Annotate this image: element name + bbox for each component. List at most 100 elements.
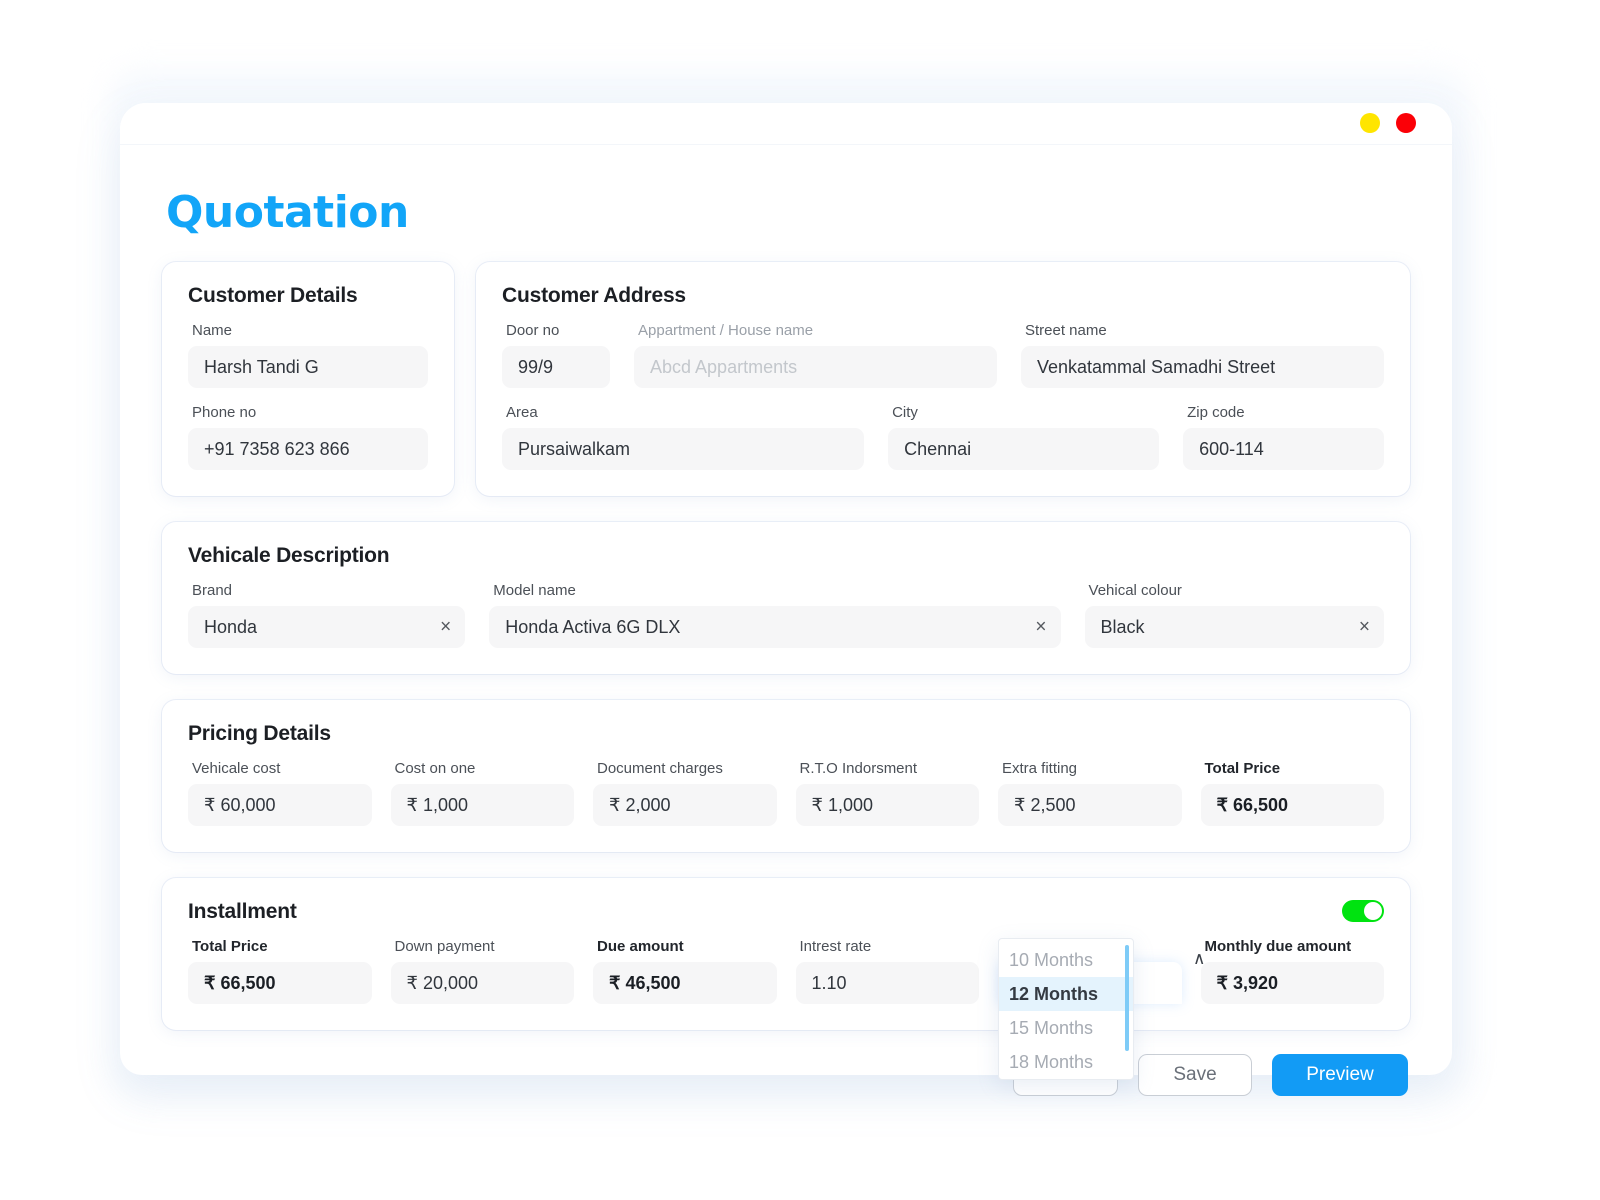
form-actions: Cancel Save Preview [162, 1054, 1410, 1096]
due-amount-label: Due amount [597, 938, 777, 955]
model-label: Model name [493, 582, 1060, 599]
zip-field-group: Zip code 600-114 [1183, 404, 1384, 470]
colour-label: Vehical colour [1089, 582, 1384, 599]
customer-address-title: Customer Address [502, 284, 1384, 308]
door-no-value: 99/9 [518, 357, 553, 378]
dropdown-scrollbar[interactable] [1125, 945, 1129, 1051]
installment-card: Installment Total Price ₹ 66,500 Down pa… [162, 878, 1410, 1030]
rto-indorsment-label: R.T.O Indorsment [800, 760, 980, 777]
brand-field-group: Brand Honda × [188, 582, 465, 648]
pricing-fields-grid: Vehicale cost ₹ 60,000 Cost on one ₹ 1,0… [188, 760, 1384, 826]
customer-details-title: Customer Details [188, 284, 428, 308]
due-amount-input[interactable]: ₹ 46,500 [593, 962, 777, 1004]
due-amount-value: ₹ 46,500 [609, 973, 681, 994]
street-field-group: Street name Venkatammal Samadhi Street [1021, 322, 1384, 388]
monthly-due-label: Monthly due amount [1205, 938, 1385, 955]
model-clear-icon[interactable]: × [1035, 618, 1046, 637]
cost-on-one-input[interactable]: ₹ 1,000 [391, 784, 575, 826]
area-field-group: Area Pursaiwalkam [502, 404, 864, 470]
area-input[interactable]: Pursaiwalkam [502, 428, 864, 470]
vehicle-cost-input[interactable]: ₹ 60,000 [188, 784, 372, 826]
brand-value: Honda [204, 617, 257, 638]
city-input[interactable]: Chennai [888, 428, 1159, 470]
due-amount-field-group: Due amount ₹ 46,500 [593, 938, 777, 1004]
window-titlebar [120, 103, 1452, 145]
cost-on-one-value: ₹ 1,000 [407, 795, 469, 816]
customer-row: Customer Details Name Harsh Tandi G Phon… [162, 262, 1410, 496]
colour-clear-icon[interactable]: × [1359, 618, 1370, 637]
colour-input[interactable]: Black × [1085, 606, 1384, 648]
phone-field-group: Phone no +91 7358 623 866 [188, 404, 428, 470]
name-input[interactable]: Harsh Tandi G [188, 346, 428, 388]
street-label: Street name [1025, 322, 1384, 339]
pricing-details-title: Pricing Details [188, 722, 1384, 746]
address-row-2: Area Pursaiwalkam City Chennai [502, 404, 1384, 470]
door-no-input[interactable]: 99/9 [502, 346, 610, 388]
rto-indorsment-input[interactable]: ₹ 1,000 [796, 784, 980, 826]
vehicle-description-card: Vehicale Description Brand Honda × Model… [162, 522, 1410, 674]
inst-total-price-value: ₹ 66,500 [204, 973, 276, 994]
phone-label: Phone no [192, 404, 428, 421]
model-field-group: Model name Honda Activa 6G DLX × [489, 582, 1060, 648]
pricing-total-input[interactable]: ₹ 66,500 [1201, 784, 1385, 826]
save-button[interactable]: Save [1138, 1054, 1252, 1096]
interest-rate-label: Intrest rate [800, 938, 980, 955]
app-page: Quotation Customer Details Name Harsh Ta… [0, 0, 1600, 1200]
due-period-option-10-months[interactable]: 10 Months [999, 943, 1133, 977]
vehicle-fields-grid: Brand Honda × Model name Honda Activa 6G… [188, 582, 1384, 648]
document-charges-field-group: Document charges ₹ 2,000 [593, 760, 777, 826]
street-value: Venkatammal Samadhi Street [1037, 357, 1275, 378]
customer-details-card: Customer Details Name Harsh Tandi G Phon… [162, 262, 454, 496]
brand-label: Brand [192, 582, 465, 599]
due-period-option-15-months[interactable]: 15 Months [999, 1011, 1133, 1045]
extra-fitting-input[interactable]: ₹ 2,500 [998, 784, 1182, 826]
interest-rate-value: 1.10 [812, 973, 847, 994]
name-value: Harsh Tandi G [204, 357, 319, 378]
due-period-option-18-months[interactable]: 18 Months [999, 1045, 1133, 1079]
close-button-icon[interactable] [1396, 113, 1416, 133]
document-charges-label: Document charges [597, 760, 777, 777]
apartment-label: Appartment / House name [638, 322, 997, 339]
cost-on-one-label: Cost on one [395, 760, 575, 777]
due-period-dropdown-panel: 10 Months 12 Months 15 Months 18 Months [998, 938, 1134, 1080]
zip-input[interactable]: 600-114 [1183, 428, 1384, 470]
street-input[interactable]: Venkatammal Samadhi Street [1021, 346, 1384, 388]
area-value: Pursaiwalkam [518, 439, 630, 460]
document-charges-input[interactable]: ₹ 2,000 [593, 784, 777, 826]
due-period-option-12-months[interactable]: 12 Months [999, 977, 1133, 1011]
pricing-total-value: ₹ 66,500 [1217, 795, 1289, 816]
window-content: Quotation Customer Details Name Harsh Ta… [120, 145, 1452, 1096]
pricing-total-field-group: Total Price ₹ 66,500 [1201, 760, 1385, 826]
minimize-button-icon[interactable] [1360, 113, 1380, 133]
brand-clear-icon[interactable]: × [440, 618, 451, 637]
phone-input[interactable]: +91 7358 623 866 [188, 428, 428, 470]
vehicle-cost-field-group: Vehicale cost ₹ 60,000 [188, 760, 372, 826]
app-window: Quotation Customer Details Name Harsh Ta… [120, 103, 1452, 1075]
brand-input[interactable]: Honda × [188, 606, 465, 648]
apartment-placeholder: Abcd Appartments [650, 357, 797, 378]
rto-indorsment-field-group: R.T.O Indorsment ₹ 1,000 [796, 760, 980, 826]
city-field-group: City Chennai [888, 404, 1159, 470]
interest-rate-input[interactable]: 1.10 [796, 962, 980, 1004]
installment-toggle[interactable] [1342, 900, 1384, 922]
model-input[interactable]: Honda Activa 6G DLX × [489, 606, 1060, 648]
interest-rate-field-group: Intrest rate 1.10 [796, 938, 980, 1004]
monthly-due-field-group: Monthly due amount ₹ 3,920 [1201, 938, 1385, 1004]
window-controls [1360, 113, 1416, 133]
apartment-field-group: Appartment / House name Abcd Appartments [634, 322, 997, 388]
city-label: City [892, 404, 1159, 421]
vehicle-cost-label: Vehicale cost [192, 760, 372, 777]
name-field-group: Name Harsh Tandi G [188, 322, 428, 388]
down-payment-input[interactable]: ₹ 20,000 [391, 962, 575, 1004]
vehicle-cost-value: ₹ 60,000 [204, 795, 276, 816]
apartment-input[interactable]: Abcd Appartments [634, 346, 997, 388]
document-charges-value: ₹ 2,000 [609, 795, 671, 816]
pricing-total-label: Total Price [1205, 760, 1385, 777]
inst-total-price-input[interactable]: ₹ 66,500 [188, 962, 372, 1004]
preview-button[interactable]: Preview [1272, 1054, 1408, 1096]
city-value: Chennai [904, 439, 971, 460]
monthly-due-input[interactable]: ₹ 3,920 [1201, 962, 1385, 1004]
model-value: Honda Activa 6G DLX [505, 617, 680, 638]
zip-value: 600-114 [1199, 439, 1264, 460]
name-label: Name [192, 322, 428, 339]
